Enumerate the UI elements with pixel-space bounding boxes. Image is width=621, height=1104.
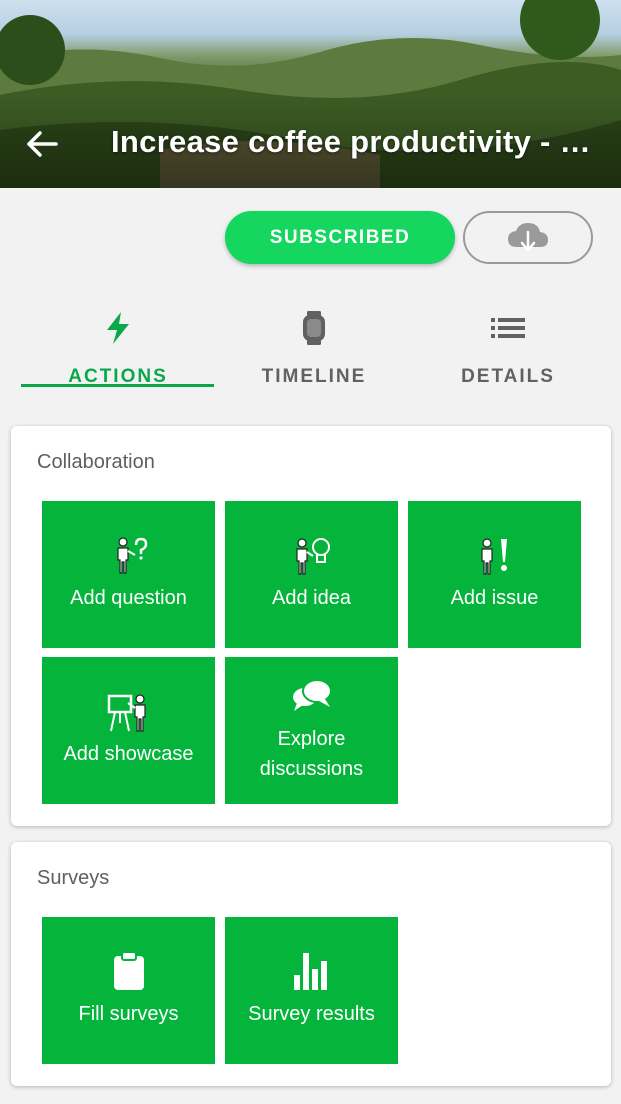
clipboard-icon: [113, 951, 144, 990]
list-icon: [491, 318, 525, 338]
add-question-tile[interactable]: Add question: [42, 501, 215, 648]
arrow-left-icon: [27, 131, 58, 157]
tab-bar: ACTIONS TIMELINE DETAILS: [0, 300, 621, 390]
person-question-icon: [116, 537, 147, 574]
survey-results-tile[interactable]: Survey results: [225, 917, 398, 1064]
back-button[interactable]: [20, 122, 64, 166]
surveys-card: Surveys Fill surveys Survey results: [11, 842, 611, 1086]
cloud-download-icon: [508, 222, 548, 251]
section-title: Surveys: [37, 867, 110, 889]
watch-icon: [303, 311, 325, 345]
tile-label: Add issue: [450, 587, 539, 609]
add-idea-tile[interactable]: Add idea: [225, 501, 398, 648]
tile-label: Explore discussions: [259, 728, 364, 780]
tab-label: TIMELINE: [261, 366, 367, 387]
chat-bubbles-icon: [292, 679, 332, 711]
lightning-icon: [107, 312, 129, 344]
add-showcase-tile[interactable]: Add showcase: [42, 657, 215, 804]
bar-chart-icon: [293, 953, 327, 990]
fill-surveys-tile[interactable]: Fill surveys: [42, 917, 215, 1064]
subscribed-button[interactable]: SUBSCRIBED: [225, 211, 455, 264]
tile-label: Add showcase: [63, 743, 194, 765]
tile-label: Survey results: [248, 1003, 375, 1025]
page-title: Increase coffee productivity - Sipi Fall…: [111, 124, 601, 159]
tab-label: DETAILS: [461, 366, 555, 387]
header-banner: Increase coffee productivity - Sipi Fall…: [0, 0, 621, 188]
collaboration-card: Collaboration Add question Add idea Add …: [11, 426, 611, 826]
tab-timeline[interactable]: TIMELINE: [217, 300, 411, 388]
download-button[interactable]: [463, 211, 593, 264]
section-title: Collaboration: [37, 451, 155, 473]
explore-discussions-tile[interactable]: Explore discussions: [225, 657, 398, 804]
tile-label: Add idea: [272, 587, 351, 609]
person-presentation-icon: [107, 694, 146, 732]
tile-label: Fill surveys: [78, 1003, 179, 1025]
person-lightbulb-icon: [295, 538, 330, 575]
person-exclamation-icon: [480, 538, 507, 575]
tab-details[interactable]: DETAILS: [411, 300, 605, 388]
tab-actions[interactable]: ACTIONS: [21, 300, 215, 388]
tile-label: Add question: [70, 587, 187, 609]
active-tab-indicator: [21, 384, 214, 387]
add-issue-tile[interactable]: Add issue: [408, 501, 581, 648]
